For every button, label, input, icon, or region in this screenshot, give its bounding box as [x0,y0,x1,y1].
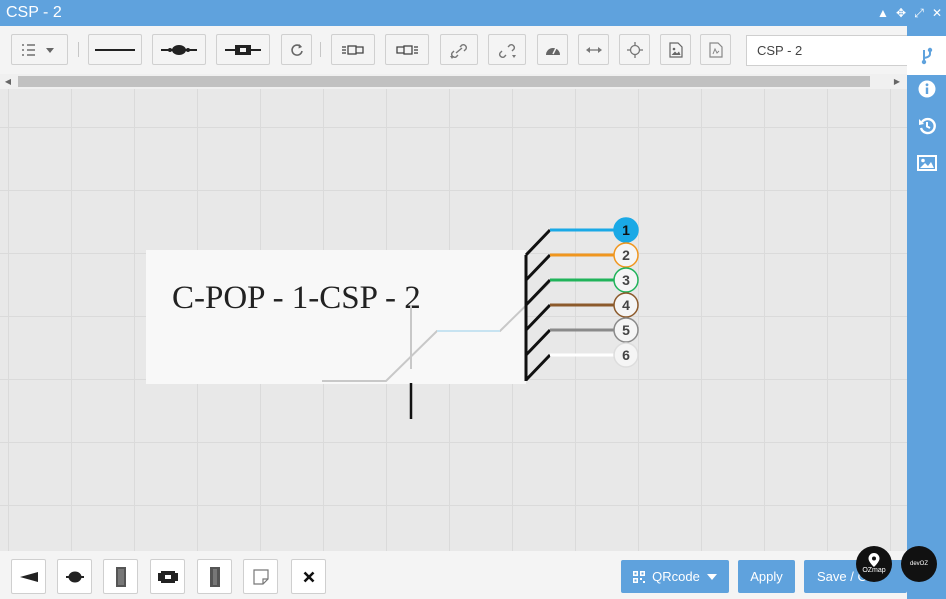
ozmap-logo[interactable]: OZmap [856,546,892,582]
fiber-group: 1 2 3 4 5 6 [524,217,639,382]
fiber-slant [524,228,552,257]
chevron-down-icon [706,573,717,580]
link-icon [450,43,467,59]
window-title: CSP - 2 [6,4,62,21]
add-cable-button[interactable] [88,34,142,65]
toolbar-separator [78,42,79,57]
scroll-right-icon[interactable]: ▶ [891,74,903,89]
add-adapter-button[interactable] [150,559,185,594]
close-window-icon[interactable]: ✕ [930,5,944,21]
fiber-slant [524,328,552,357]
pdf-file-icon [708,41,723,58]
scroll-left-icon[interactable]: ◀ [2,74,14,89]
qrcode-icon [633,570,646,583]
sidebar-item-history[interactable] [907,111,946,141]
export-pdf-button[interactable] [700,34,731,65]
app-window: CSP - 2 ▲ ✥ ⤢ ✕ CSP - 2 ◀ ▶ C-POP - 1-CS… [0,0,946,599]
map-pin-icon [868,553,880,567]
fiber-number: 5 [622,322,630,338]
fiber-slant [524,303,552,332]
power-meter-button[interactable] [537,34,568,65]
sidebar-item-images[interactable] [907,148,946,178]
gauge-icon [545,47,560,55]
unlink-fibers-button[interactable] [488,34,526,65]
qrcode-button[interactable]: QRcode [621,560,729,593]
sidebar-item-diagram[interactable] [907,36,946,75]
top-toolbar [0,26,907,74]
maximize-icon[interactable]: ⤢ [912,5,926,21]
horizontal-scrollbar[interactable]: ◀ ▶ [0,74,907,89]
collapse-icon[interactable]: ▲ [876,5,890,21]
image-icon [916,155,937,171]
add-note-button[interactable] [243,559,278,594]
unlink-icon [499,43,516,58]
info-icon [918,80,935,98]
connector-icon [225,44,261,55]
note-icon [252,568,269,585]
cable-label-box[interactable] [146,250,526,384]
apply-button[interactable]: Apply [738,560,795,593]
delete-button[interactable] [291,559,326,594]
center-view-button[interactable] [619,34,650,65]
cable-icon [95,48,135,51]
toolbar-separator [320,42,321,57]
splice-diagram[interactable]: C-POP - 1-CSP - 2 1 2 3 4 5 6 [0,89,907,551]
right-sidebar [907,26,946,599]
devoz-label: devOZ [909,561,928,567]
image-file-icon [668,41,683,58]
qrcode-label: QRcode [652,569,700,584]
panel-icon [115,566,126,587]
horizontal-arrows-icon [585,46,602,53]
cable-label: C-POP - 1-CSP - 2 [172,280,421,316]
crosshair-icon [626,41,643,58]
ozmap-label: OZmap [862,567,886,574]
show-labels-button[interactable] [331,34,375,65]
list-menu-icon [21,43,54,56]
label-right-icon [396,44,418,55]
fiber-slant [524,353,552,382]
devoz-logo[interactable]: devOZ [901,546,937,582]
fiber-slant [524,278,552,307]
label-left-icon [342,44,364,55]
bottom-toolbar: QRcode Apply Save / C [0,551,907,599]
diagram-title-input[interactable] [746,35,907,66]
refresh-button[interactable] [281,34,312,65]
add-splice-button[interactable] [57,559,92,594]
add-splitter-button[interactable] [152,34,206,65]
terminal-icon [19,571,38,582]
history-icon [918,117,936,135]
fiber-number: 3 [622,272,630,288]
sidebar-item-info[interactable] [907,74,946,104]
close-icon [303,571,314,582]
add-terminal-button[interactable] [11,559,46,594]
splice-icon [65,571,84,582]
dio-icon [209,566,220,587]
splitter-icon [161,44,197,55]
export-image-button[interactable] [660,34,691,65]
fiber-slant [524,253,552,282]
adapter-icon [157,570,178,583]
window-controls: ▲ ✥ ⤢ ✕ [876,5,944,21]
fiber-number: 6 [622,347,630,363]
move-icon[interactable]: ✥ [894,5,908,21]
measure-distance-button[interactable] [578,34,609,65]
add-panel-button[interactable] [103,559,138,594]
link-fibers-button[interactable] [440,34,478,65]
list-menu-button[interactable] [11,34,68,65]
diagram-canvas[interactable]: C-POP - 1-CSP - 2 1 2 3 4 5 6 [0,89,907,551]
window-titlebar: CSP - 2 ▲ ✥ ⤢ ✕ [0,0,946,26]
scrollbar-thumb[interactable] [18,76,870,87]
fiber-number: 1 [622,222,630,238]
hide-labels-button[interactable] [385,34,429,65]
branch-icon [921,47,932,64]
fiber-number: 4 [622,297,630,313]
add-connector-button[interactable] [216,34,270,65]
fiber-number: 2 [622,247,630,263]
refresh-icon [290,43,303,56]
add-dio-button[interactable] [197,559,232,594]
